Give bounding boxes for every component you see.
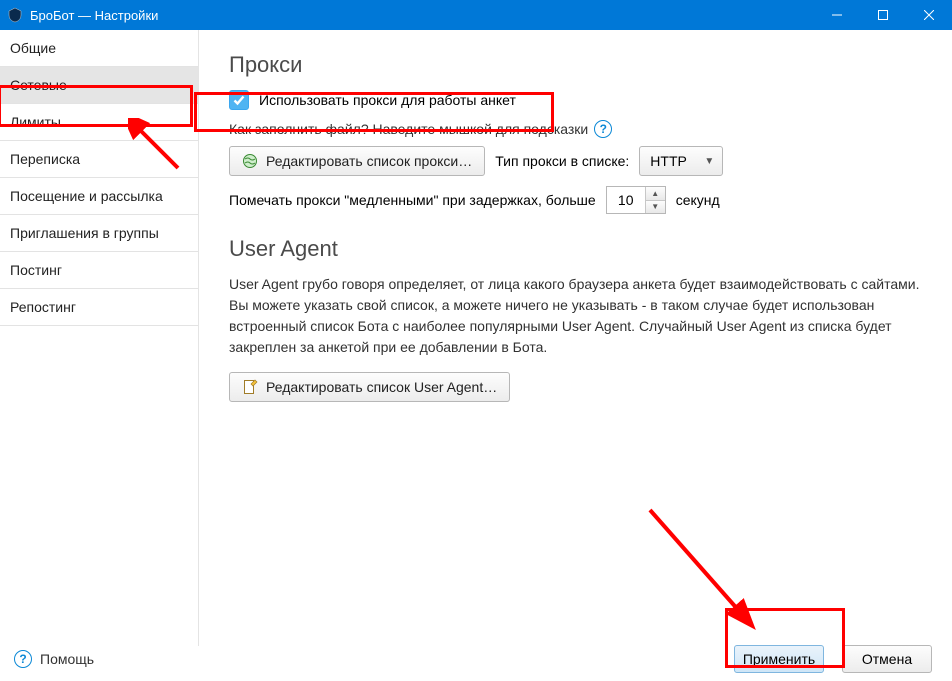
ua-description: User Agent грубо говоря определяет, от л… <box>229 274 922 358</box>
app-icon <box>6 6 24 24</box>
sidebar-item-messaging[interactable]: Переписка <box>0 141 198 178</box>
proxy-slow-post: секунд <box>676 192 720 208</box>
check-icon <box>232 93 246 107</box>
stepper-up-button[interactable]: ▲ <box>646 187 665 201</box>
proxy-list-row: Редактировать список прокси… Тип прокси … <box>229 146 922 176</box>
sidebar-item-label: Посещение и рассылка <box>10 188 163 204</box>
titlebar: БроБот — Настройки <box>0 0 952 30</box>
help-icon[interactable]: ? <box>594 120 612 138</box>
edit-document-icon <box>242 379 258 395</box>
edit-proxy-list-button[interactable]: Редактировать список прокси… <box>229 146 485 176</box>
edit-ua-list-label: Редактировать список User Agent… <box>266 379 497 395</box>
sidebar-item-network[interactable]: Сетевые <box>0 67 198 104</box>
sidebar-item-label: Постинг <box>10 262 62 278</box>
sidebar-item-general[interactable]: Общие <box>0 30 198 67</box>
use-proxy-label: Использовать прокси для работы анкет <box>259 92 516 108</box>
proxy-hint-text: Как заполнить файл? Наведите мышкой для … <box>229 121 588 137</box>
edit-proxy-list-label: Редактировать список прокси… <box>266 153 472 169</box>
close-icon <box>924 10 934 20</box>
maximize-icon <box>878 10 888 20</box>
sidebar-item-invites[interactable]: Приглашения в группы <box>0 215 198 252</box>
proxy-hint-row: Как заполнить файл? Наведите мышкой для … <box>229 120 922 138</box>
proxy-type-value: HTTP <box>650 153 687 169</box>
sidebar-item-visit[interactable]: Посещение и рассылка <box>0 178 198 215</box>
sidebar: Общие Сетевые Лимиты Переписка Посещение… <box>0 30 199 646</box>
cancel-label: Отмена <box>862 651 912 667</box>
ua-section-title: User Agent <box>229 236 922 262</box>
window-controls <box>814 0 952 30</box>
sidebar-item-label: Сетевые <box>10 77 67 93</box>
apply-button[interactable]: Применить <box>734 645 824 673</box>
main-panel: Прокси Использовать прокси для работы ан… <box>199 30 952 646</box>
proxy-slow-row: Помечать прокси "медленными" при задержк… <box>229 186 922 214</box>
close-button[interactable] <box>906 0 952 30</box>
maximize-button[interactable] <box>860 0 906 30</box>
chevron-down-icon: ▼ <box>704 156 714 167</box>
proxy-type-select[interactable]: HTTP ▼ <box>639 146 723 176</box>
minimize-button[interactable] <box>814 0 860 30</box>
sidebar-item-label: Переписка <box>10 151 80 167</box>
help-icon: ? <box>14 650 32 668</box>
apply-label: Применить <box>743 651 815 667</box>
slow-threshold-input[interactable] <box>607 187 645 213</box>
proxy-type-label: Тип прокси в списке: <box>495 153 629 169</box>
sidebar-item-label: Общие <box>10 40 56 56</box>
proxy-section-title: Прокси <box>229 52 922 78</box>
sidebar-item-limits[interactable]: Лимиты <box>0 104 198 141</box>
window-title: БроБот — Настройки <box>30 8 158 23</box>
sidebar-item-reposting[interactable]: Репостинг <box>0 289 198 326</box>
slow-threshold-stepper[interactable]: ▲ ▼ <box>606 186 666 214</box>
sidebar-item-label: Репостинг <box>10 299 76 315</box>
edit-ua-list-button[interactable]: Редактировать список User Agent… <box>229 372 510 402</box>
use-proxy-checkbox[interactable] <box>229 90 249 110</box>
sidebar-item-label: Приглашения в группы <box>10 225 159 241</box>
proxy-slow-pre: Помечать прокси "медленными" при задержк… <box>229 192 596 208</box>
stepper-down-button[interactable]: ▼ <box>646 201 665 214</box>
help-label: Помощь <box>40 651 94 667</box>
bottom-bar: ? Помощь Применить Отмена <box>0 646 952 681</box>
sidebar-item-label: Лимиты <box>10 114 61 130</box>
minimize-icon <box>832 10 842 20</box>
help-link[interactable]: ? Помощь <box>14 650 94 668</box>
use-proxy-checkbox-row: Использовать прокси для работы анкет <box>229 90 922 110</box>
globe-icon <box>242 153 258 169</box>
sidebar-item-posting[interactable]: Постинг <box>0 252 198 289</box>
cancel-button[interactable]: Отмена <box>842 645 932 673</box>
